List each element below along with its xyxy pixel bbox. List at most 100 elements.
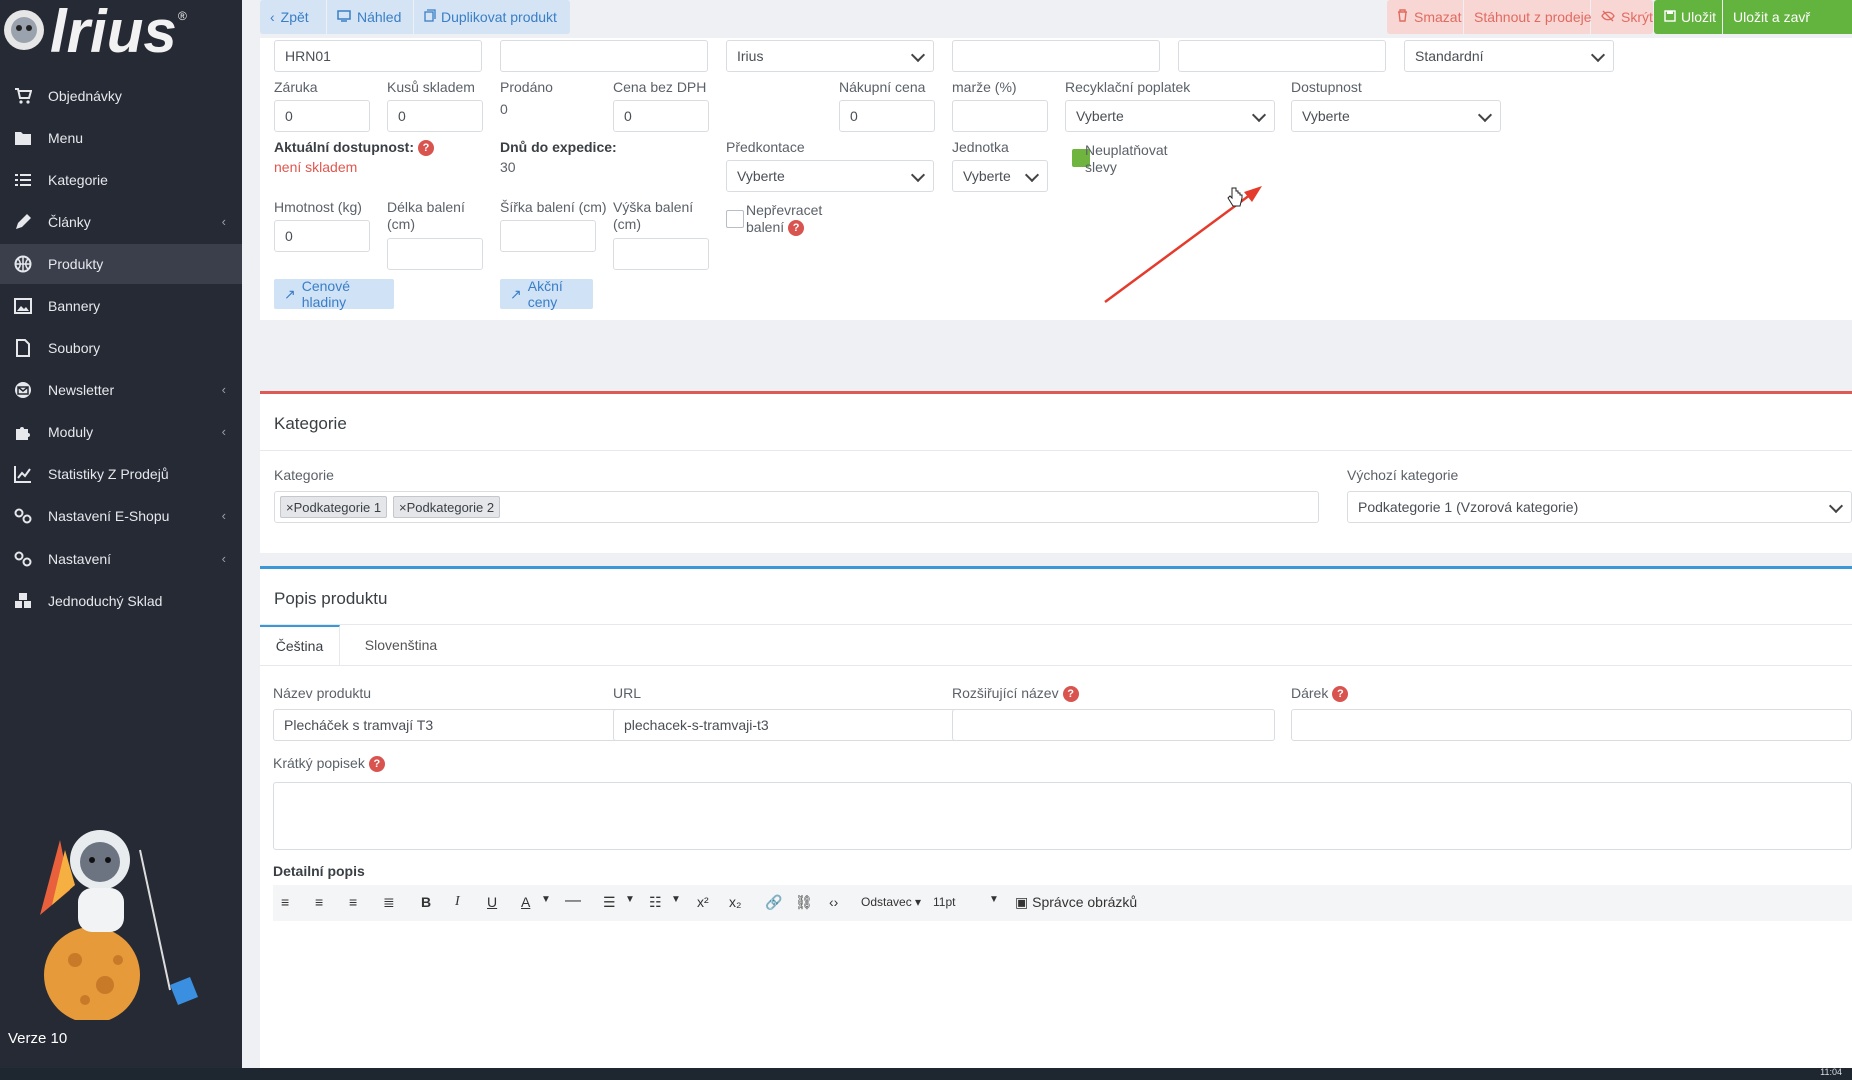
back-button[interactable]: ‹ Zpět: [260, 0, 326, 34]
category-tag[interactable]: × Podkategorie 2: [393, 496, 501, 518]
sidebar-item-jednoduchy-sklad[interactable]: Jednoduchý Sklad: [0, 581, 242, 621]
caret-down-icon[interactable]: ▼: [625, 894, 635, 905]
template-select[interactable]: Standardní: [1404, 40, 1614, 72]
height-input[interactable]: [613, 238, 709, 270]
product-name-input[interactable]: Plecháček s tramvají T3: [273, 709, 655, 741]
hide-button[interactable]: Skrýt: [1591, 0, 1653, 34]
width-input[interactable]: [500, 220, 596, 252]
bold-icon[interactable]: B: [421, 894, 431, 910]
caret-down-icon[interactable]: ▼: [541, 894, 551, 905]
purchase-price-label: Nákupní cena: [839, 79, 926, 95]
caret-down-icon[interactable]: ▼: [671, 894, 681, 905]
sidebar-item-menu[interactable]: Menu: [0, 118, 242, 158]
remove-tag-icon[interactable]: ×: [399, 500, 407, 515]
sidebar-item-nastaveni-eshopu[interactable]: Nastavení E-Shopu ‹: [0, 496, 242, 536]
sidebar-item-soubory[interactable]: Soubory: [0, 328, 242, 368]
current-availability-label: Aktuální dostupnost:?: [274, 139, 434, 157]
save-and-close-button[interactable]: Uložit a zavř: [1723, 0, 1852, 34]
caret-down-icon[interactable]: ▼: [989, 894, 999, 905]
availability-select[interactable]: Vyberte: [1291, 100, 1501, 132]
sidebar-item-nastaveni[interactable]: Nastavení ‹: [0, 539, 242, 579]
recycling-fee-label: Recyklační poplatek: [1065, 79, 1191, 95]
category-tags-input[interactable]: × Podkategorie 1 × Podkategorie 2: [274, 491, 1319, 523]
save-button[interactable]: Uložit: [1654, 0, 1722, 34]
version-label: Verze 10: [8, 1030, 68, 1047]
stock-label: Kusů skladem: [387, 79, 475, 95]
sidebar-item-clanky[interactable]: Články ‹: [0, 202, 242, 242]
withdraw-from-sale-button[interactable]: Stáhnout z prodeje: [1464, 0, 1592, 34]
help-icon[interactable]: ?: [418, 140, 434, 157]
tab-cestina[interactable]: Čeština: [260, 625, 340, 665]
extended-name-input[interactable]: [952, 709, 1275, 741]
stock-input[interactable]: 0: [387, 100, 483, 132]
warranty-input[interactable]: 0: [274, 100, 370, 132]
action-prices-button[interactable]: ↗ Akční ceny: [500, 278, 593, 310]
short-description-textarea[interactable]: [273, 782, 1852, 850]
sidebar-item-bannery[interactable]: Bannery: [0, 286, 242, 326]
annotation-arrow: [1104, 186, 1262, 304]
sidebar-item-statistiky[interactable]: Statistiky Z Prodejů: [0, 454, 242, 494]
superscript-icon[interactable]: x²: [697, 894, 709, 910]
monitor-icon: [337, 9, 351, 25]
margin-label: marže (%): [952, 79, 1017, 95]
url-input[interactable]: plechacek-s-tramvaji-t3: [613, 709, 995, 741]
recycling-fee-select[interactable]: Vyberte: [1065, 100, 1275, 132]
unit-select[interactable]: Vyberte: [952, 160, 1048, 192]
purchase-price-input[interactable]: 0: [839, 100, 935, 132]
image-manager-button[interactable]: ▣ Správce obrázků: [1015, 894, 1137, 911]
field-input[interactable]: [500, 40, 708, 72]
precontact-select[interactable]: Vyberte: [726, 160, 934, 192]
link-icon[interactable]: 🔗: [765, 894, 782, 911]
align-center-icon[interactable]: ≡: [315, 894, 323, 910]
remove-tag-icon[interactable]: ×: [286, 500, 294, 515]
underline-icon[interactable]: U: [487, 894, 497, 910]
gift-label: Dárek?: [1291, 685, 1349, 703]
delete-button[interactable]: Smazat: [1387, 0, 1463, 34]
length-input[interactable]: [387, 238, 483, 270]
paragraph-format-select[interactable]: Odstavec ▾: [861, 895, 921, 909]
bullet-list-icon[interactable]: ☰: [603, 894, 616, 911]
margin-input[interactable]: [952, 100, 1048, 132]
sidebar-item-produkty[interactable]: Produkty: [0, 244, 242, 284]
default-category-select[interactable]: Podkategorie 1 (Vzorová kategorie): [1347, 491, 1852, 523]
field-input[interactable]: [1178, 40, 1386, 72]
tab-slovenstina[interactable]: Slovenština: [341, 625, 461, 665]
sidebar-item-newsletter[interactable]: Newsletter ‹: [0, 370, 242, 410]
brand-select[interactable]: Irius: [726, 40, 934, 72]
text-color-icon[interactable]: A: [521, 894, 530, 910]
no-repack-checkbox[interactable]: [726, 210, 744, 228]
help-icon[interactable]: ?: [368, 756, 385, 773]
help-icon[interactable]: ?: [1332, 686, 1349, 703]
chart-icon: [12, 463, 34, 485]
align-right-icon[interactable]: ≡: [349, 894, 357, 910]
help-icon[interactable]: ?: [1062, 686, 1079, 703]
gift-input[interactable]: [1291, 709, 1852, 741]
price-levels-button[interactable]: ↗ Cenové hladiny: [274, 278, 394, 310]
italic-icon[interactable]: I: [455, 894, 460, 910]
weight-label: Hmotnost (kg): [274, 199, 362, 215]
numbered-list-icon[interactable]: ☷: [649, 894, 662, 911]
help-icon[interactable]: ?: [788, 220, 805, 237]
font-size-select[interactable]: 11pt: [933, 895, 955, 909]
duplicate-product-button[interactable]: Duplikovat produkt: [414, 0, 570, 34]
horizontal-line-icon[interactable]: —: [565, 892, 581, 910]
price-input[interactable]: 0: [613, 100, 709, 132]
align-justify-icon[interactable]: ≣: [383, 894, 395, 911]
subscript-icon[interactable]: x₂: [729, 894, 741, 910]
svg-text:®: ®: [178, 9, 187, 23]
sidebar-item-label: Bannery: [48, 298, 101, 314]
code-icon[interactable]: ‹›: [829, 894, 838, 910]
preview-button[interactable]: Náhled: [327, 0, 413, 34]
product-code-input[interactable]: HRN01: [274, 40, 482, 72]
sidebar-item-objednavky[interactable]: Objednávky: [0, 76, 242, 116]
brand-logo[interactable]: lrius ®: [0, 0, 242, 70]
category-tag[interactable]: × Podkategorie 1: [280, 496, 388, 518]
sidebar: lrius ® Objednávky Menu Kategorie Články…: [0, 0, 242, 1068]
length-label: Délka balení (cm): [387, 199, 465, 232]
sidebar-item-kategorie[interactable]: Kategorie: [0, 160, 242, 200]
weight-input[interactable]: 0: [274, 220, 370, 252]
unlink-icon[interactable]: ⛓: [795, 894, 813, 911]
field-input[interactable]: [952, 40, 1160, 72]
sidebar-item-moduly[interactable]: Moduly ‹: [0, 412, 242, 452]
align-left-icon[interactable]: ≡: [281, 894, 289, 910]
